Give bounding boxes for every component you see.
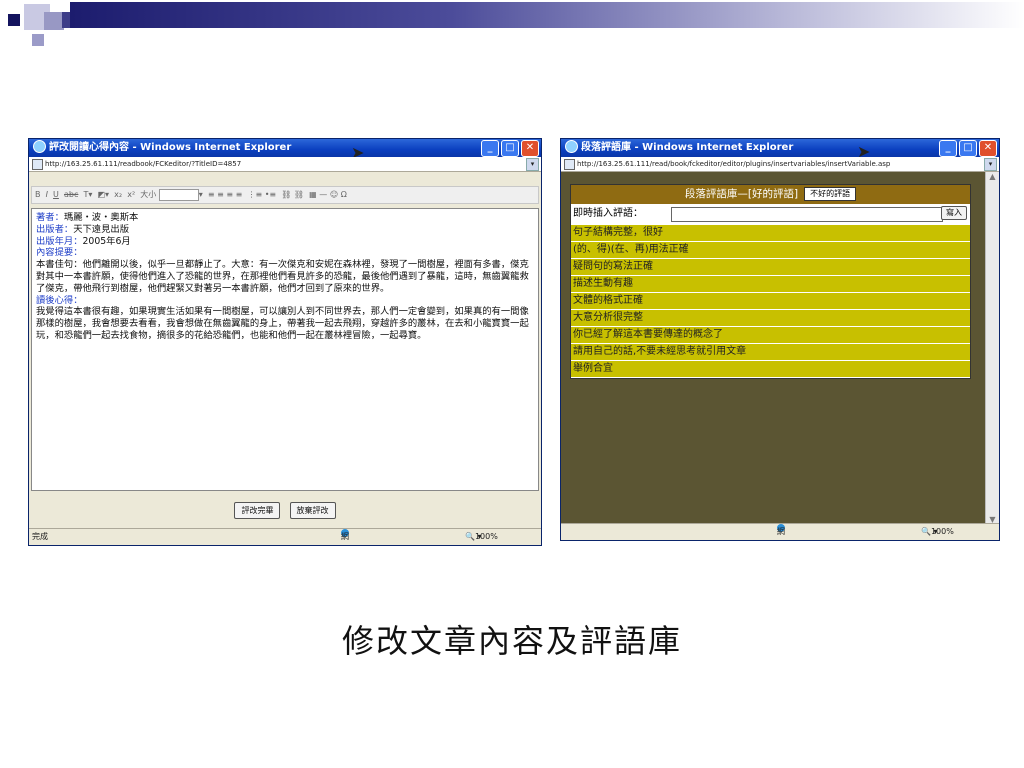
comment-library-window: 段落評語庫 - Windows Internet Explorer _ □ ✕ … (560, 138, 1000, 541)
maximize-button[interactable]: □ (959, 140, 977, 157)
close-button[interactable]: ✕ (979, 140, 997, 157)
finish-grading-button[interactable]: 評改完畢 (234, 502, 281, 519)
insert-row: 即時插入評語： 寫入 (571, 204, 970, 224)
editor-browser-window: 評改閱讀心得內容 - Windows Internet Explorer _ □… (28, 138, 542, 546)
status-text: 完成 (32, 532, 48, 541)
status-bar: 網際網路 🔍100% ▾ (561, 523, 999, 540)
panel-header: 段落評語庫—[好的評語] 不好的評語 (571, 185, 970, 204)
ie-logo-icon (33, 139, 46, 153)
smiley-icon[interactable]: ☺ (330, 190, 338, 199)
page-icon (32, 159, 43, 170)
year-label: 出版年月： (36, 235, 83, 247)
decor-square-dark (8, 14, 20, 26)
special-char-icon[interactable]: Ω (341, 190, 347, 199)
zoom-level[interactable]: 🔍 100% ▾ (465, 529, 498, 545)
rule-icon[interactable]: — (319, 190, 327, 199)
editor-toolbar[interactable]: B I U abc T▾ ◩▾ x₂ x² 大小 ▾ ≡ ≡ ≡ ≡ ⋮≡ •≡… (31, 186, 539, 204)
window-title: 評改閱讀心得內容 - Windows Internet Explorer (49, 142, 292, 153)
comment-item[interactable]: 舉例合宜 (571, 360, 970, 377)
window-title-bar[interactable]: 段落評語庫 - Windows Internet Explorer _ □ ✕ (561, 139, 999, 157)
page-icon (564, 159, 575, 170)
comment-item[interactable]: 疑問句的寫法正確 (571, 258, 970, 275)
zoom-value: 100% (930, 527, 954, 536)
unordered-list-icon[interactable]: •≡ (265, 190, 276, 199)
decor-square-mid (44, 12, 64, 30)
link-icon[interactable]: ⛓ (281, 190, 291, 199)
zone-label: 網際網路 (777, 527, 785, 536)
scroll-up-icon[interactable]: ▲ (986, 172, 999, 181)
slide-caption: 修改文章內容及評語庫 (341, 622, 682, 660)
justify-icon[interactable]: ≡ (236, 190, 243, 199)
address-dropdown-icon[interactable]: ▾ (526, 158, 539, 171)
minimize-button[interactable]: _ (481, 140, 499, 157)
maximize-button[interactable]: □ (501, 140, 519, 157)
publisher-value: 天下遠見出版 (73, 223, 129, 235)
address-bar[interactable]: http://163.25.61.111/readbook/FCKeditor/… (29, 157, 541, 172)
window-title: 段落評語庫 - Windows Internet Explorer (581, 142, 794, 153)
editor-button-row: 評改完畢 放棄評改 (29, 498, 541, 519)
insert-button[interactable]: 寫入 (941, 206, 967, 220)
comment-item[interactable]: 大意分析很完整 (571, 309, 970, 326)
window-title-bar[interactable]: 評改閱讀心得內容 - Windows Internet Explorer _ □… (29, 139, 541, 157)
publisher-label: 出版者： (36, 223, 74, 235)
close-button[interactable]: ✕ (521, 140, 539, 157)
zoom-value: 100% (474, 532, 498, 541)
insert-label: 即時插入評語： (573, 208, 643, 219)
comment-item[interactable]: 你已經了解這本書要傳達的概念了 (571, 326, 970, 343)
address-bar[interactable]: http://163.25.61.111/read/book/fckeditor… (561, 157, 999, 172)
ordered-list-icon[interactable]: ⋮≡ (247, 190, 262, 199)
ie-logo-icon (565, 139, 578, 153)
discard-grading-button[interactable]: 放棄評改 (289, 502, 336, 519)
comment-item[interactable]: (的、得)(在、再)用法正確 (571, 241, 970, 258)
text-color-icon[interactable]: T▾ (83, 190, 92, 199)
bold-icon[interactable]: B (35, 190, 41, 199)
editor-content-area[interactable]: 著者：瑪麗・波・奧斯本 出版者：天下遠見出版 出版年月：2005年6月 內容提要… (31, 208, 539, 491)
decor-square-tiny (62, 12, 70, 28)
comment-item[interactable]: 句子結構完整，很好 (571, 224, 970, 241)
author-value: 瑪麗・波・奧斯本 (63, 212, 139, 223)
year-value: 2005年6月 (82, 235, 131, 247)
strike-icon[interactable]: abc (64, 190, 78, 199)
font-size-select[interactable] (158, 188, 199, 201)
table-icon[interactable]: ▦ (309, 190, 317, 199)
address-url: http://163.25.61.111/readbook/FCKeditor/… (45, 160, 242, 168)
bad-comments-button[interactable]: 不好的評語 (804, 187, 857, 201)
minimize-button[interactable]: _ (939, 140, 957, 157)
unlink-icon[interactable]: ⛓ (294, 190, 304, 199)
align-left-icon[interactable]: ≡ (208, 190, 215, 199)
panel-title: 段落評語庫—[好的評語] (684, 188, 799, 200)
page-background: 段落評語庫—[好的評語] 不好的評語 即時插入評語： 寫入 句子結構完整，很好 (… (561, 172, 985, 524)
comment-item[interactable]: 文體的格式正確 (571, 292, 970, 309)
align-right-icon[interactable]: ≡ (226, 190, 233, 199)
insert-comment-input[interactable] (671, 207, 943, 222)
zoom-level[interactable]: 🔍 100% ▾ (921, 524, 954, 540)
status-bar: 完成 網際網路 🔍100% ▾ (29, 528, 541, 545)
zone-label: 網際網路 (341, 532, 349, 541)
comment-item[interactable]: 描述生動有趣 (571, 275, 970, 292)
address-dropdown-icon[interactable]: ▾ (984, 158, 997, 171)
decor-square-small (32, 34, 44, 46)
address-url: http://163.25.61.111/read/book/fckeditor… (577, 160, 891, 168)
align-center-icon[interactable]: ≡ (217, 190, 224, 199)
comment-item[interactable]: 請用自己的話,不要未經思考就引用文章 (571, 343, 970, 360)
reflection-heading: 讀後心得： (36, 294, 83, 306)
bg-color-icon[interactable]: ◩▾ (97, 190, 109, 199)
author-label: 著者： (36, 212, 64, 223)
underline-icon[interactable]: U (53, 190, 59, 199)
comment-panel: 段落評語庫—[好的評語] 不好的評語 即時插入評語： 寫入 句子結構完整，很好 (… (570, 184, 971, 379)
comment-list: 句子結構完整，很好 (的、得)(在、再)用法正確 疑問句的寫法正確 描述生動有趣… (571, 224, 970, 378)
subscript-icon[interactable]: x₂ (114, 190, 122, 199)
decor-gradient-bar (70, 2, 1024, 28)
reflection-text: 我覺得這本書很有趣，如果現實生活如果有一間樹屋，可以讓別人到不同世界去，那人們一… (36, 306, 529, 341)
vertical-scrollbar[interactable]: ▲ ▼ (985, 172, 999, 524)
superscript-icon[interactable]: x² (127, 190, 135, 199)
summary-text: 本書佳句：他們離開以後，似乎一旦都靜止了。大意：有一次傑克和安妮在森林裡，發現了… (36, 259, 529, 294)
summary-heading: 內容提要： (36, 247, 83, 259)
font-size-label: 大小 (140, 190, 157, 199)
italic-icon[interactable]: I (46, 190, 48, 199)
